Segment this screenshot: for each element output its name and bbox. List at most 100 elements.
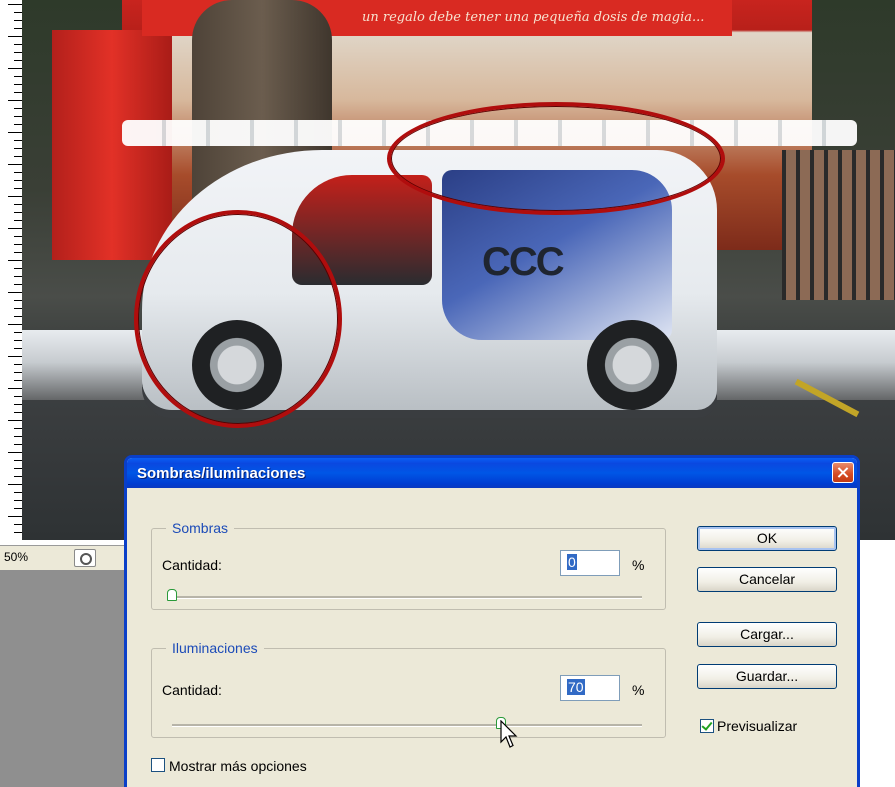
highlights-group: Iluminaciones Cantidad: 70 % [151,640,666,738]
ruler-tick [14,316,22,317]
ruler-tick [8,36,22,37]
ruler-tick [8,356,22,357]
save-button[interactable]: Guardar... [697,664,837,689]
ruler-tick [14,436,22,437]
ruler-tick [14,172,22,173]
ruler-tick [14,300,22,301]
highlights-amount-input[interactable]: 70 [560,675,620,701]
ruler-tick [8,484,22,485]
shadows-slider-track[interactable] [172,596,642,599]
ruler-tick [8,388,22,389]
preview-label[interactable]: Previsualizar [717,718,797,734]
ruler-tick [14,340,22,341]
shadows-group-label: Sombras [166,520,235,536]
ruler-tick [14,396,22,397]
preview-checkbox[interactable] [700,719,714,733]
annotation-ellipse-roof [387,102,725,215]
banner-text: un regalo debe tener una pequeña dosis d… [362,10,705,25]
ruler-tick [14,84,22,85]
load-button[interactable]: Cargar... [697,622,837,647]
ruler-tick [14,236,22,237]
ruler-tick [14,12,22,13]
dialog-title: Sombras/iluminaciones [137,465,306,482]
close-button[interactable] [832,462,854,483]
ruler-tick [14,476,22,477]
ruler-tick [8,260,22,261]
shadows-amount-input[interactable]: 0 [560,550,620,576]
ruler-tick [8,4,22,5]
ruler-tick [14,180,22,181]
navigator-icon[interactable] [74,549,96,567]
ruler-tick [14,220,22,221]
shadows-slider-thumb[interactable] [167,589,177,601]
zoom-level-field[interactable]: 50% [4,550,66,566]
ruler-tick [14,380,22,381]
ruler-tick [8,228,22,229]
ruler-tick [8,420,22,421]
cancel-button[interactable]: Cancelar [697,567,837,592]
ruler-tick [14,28,22,29]
ruler-tick [14,20,22,21]
ruler-tick [8,196,22,197]
ruler-tick [14,284,22,285]
ruler-tick [14,364,22,365]
annotation-ellipse-front [134,210,342,428]
highlights-amount-value: 70 [567,679,585,695]
ruler-tick [14,188,22,189]
highlights-amount-label: Cantidad: [162,682,222,698]
ruler-tick [8,100,22,101]
ruler-tick [14,404,22,405]
workspace-right [860,545,895,787]
ruler-tick [14,52,22,53]
ruler-tick [14,308,22,309]
ruler-tick [14,412,22,413]
ruler-tick [14,492,22,493]
shadows-percent-unit: % [632,557,645,573]
ruler-tick [14,252,22,253]
more-options-checkbox[interactable] [151,758,165,772]
ruler-tick [14,44,22,45]
rear-wheel [587,320,677,410]
ruler-tick [14,524,22,525]
ruler-tick [14,508,22,509]
ruler-tick [8,164,22,165]
ruler-tick [14,204,22,205]
ruler-tick [14,268,22,269]
ruler-tick [14,148,22,149]
ruler-tick [14,108,22,109]
ruler-tick [8,452,22,453]
ruler-tick [8,292,22,293]
ruler-tick [8,516,22,517]
ruler-tick [14,276,22,277]
ruler-tick [14,444,22,445]
ruler-tick [14,60,22,61]
highlights-percent-unit: % [632,682,645,698]
highlights-slider-track[interactable] [172,724,642,727]
ruler-tick [14,332,22,333]
dialog-title-bar[interactable]: Sombras/iluminaciones [127,458,857,488]
ruler-tick [14,348,22,349]
shadows-amount-value: 0 [567,554,577,570]
ruler-tick [14,92,22,93]
mouse-pointer-icon [500,720,518,748]
ruler-tick [8,132,22,133]
ruler-tick [8,68,22,69]
ruler-tick [8,324,22,325]
shadows-amount-label: Cantidad: [162,557,222,573]
ok-button[interactable]: OK [697,526,837,551]
vertical-ruler [0,0,23,540]
shadows-highlights-dialog: Sombras/iluminaciones Sombras Cantidad: … [124,455,860,787]
ruler-tick [14,212,22,213]
ruler-tick [14,116,22,117]
ruler-tick [14,124,22,125]
highlights-group-label: Iluminaciones [166,640,264,656]
ruler-tick [14,76,22,77]
van-logo-text: CCC [482,240,565,284]
ruler-tick [14,500,22,501]
ruler-tick [14,468,22,469]
iron-gate [782,150,895,300]
ruler-tick [14,532,22,533]
more-options-label[interactable]: Mostrar más opciones [169,758,307,774]
ruler-tick [14,156,22,157]
ruler-tick [14,140,22,141]
